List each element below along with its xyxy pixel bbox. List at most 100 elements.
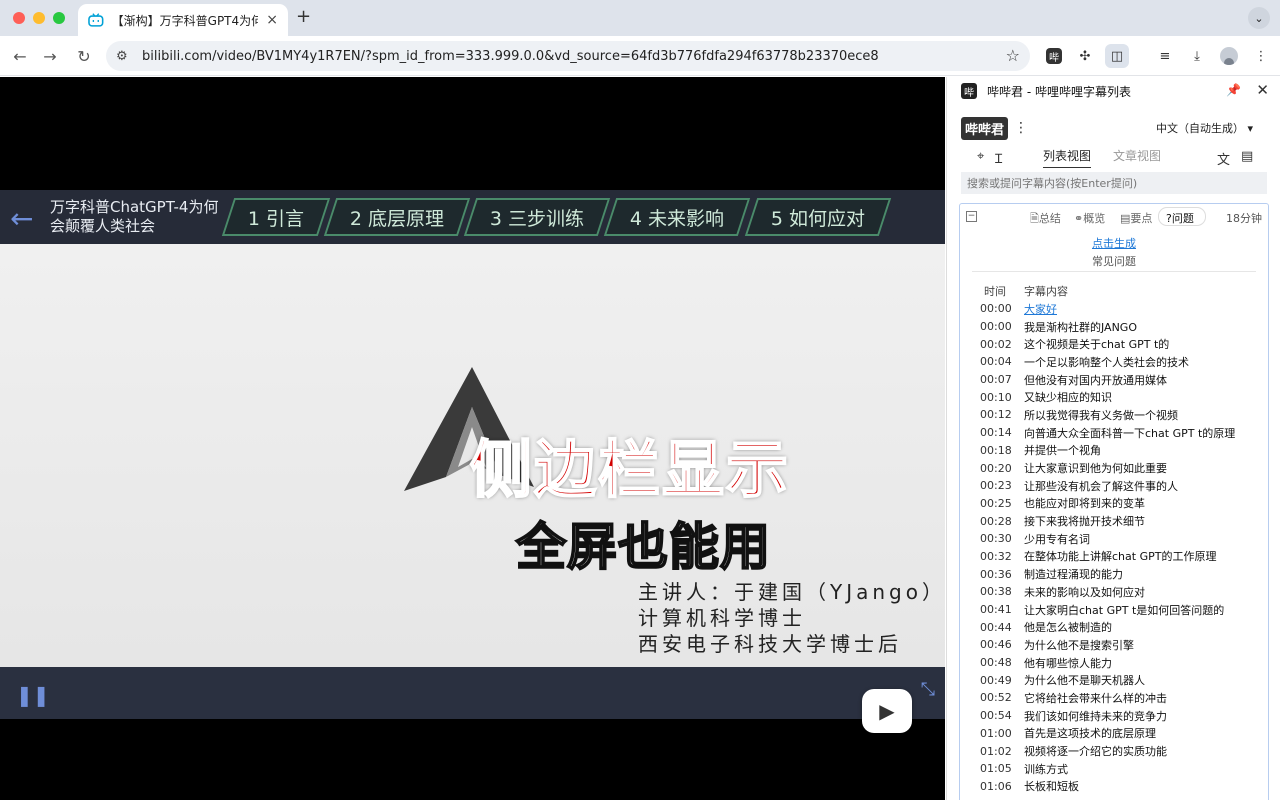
subtitle-time[interactable]: 00:25: [960, 497, 1024, 510]
subtitle-time[interactable]: 00:38: [960, 585, 1024, 598]
translate-icon[interactable]: 文: [1217, 149, 1230, 168]
bibijun-extension-icon[interactable]: 哔: [1042, 44, 1066, 68]
subtitle-row[interactable]: 00:48 他有哪些惊人能力: [960, 654, 1268, 672]
text-cursor-icon[interactable]: Ɪ: [995, 149, 1002, 167]
bookmark-star-icon[interactable]: ☆: [1006, 46, 1020, 65]
subtitle-text[interactable]: 也能应对即将到来的变革: [1024, 495, 1145, 511]
exit-fullscreen-icon[interactable]: ⤡: [921, 679, 935, 700]
subtitle-row[interactable]: 00:28 接下来我将抛开技术细节: [960, 512, 1268, 530]
subtitle-text[interactable]: 所以我觉得我有义务做一个视频: [1024, 407, 1178, 423]
subtitle-time[interactable]: 00:48: [960, 656, 1024, 669]
subtitle-text[interactable]: 首先是这项技术的底层原理: [1024, 725, 1156, 741]
subtitle-time[interactable]: 00:10: [960, 391, 1024, 404]
subtitle-text[interactable]: 我们该如何维持未来的竞争力: [1024, 708, 1167, 724]
tab-key-points[interactable]: ▤要点: [1120, 210, 1152, 226]
subtitle-text[interactable]: 这个视频是关于chat GPT t的: [1024, 336, 1169, 352]
subtitle-row[interactable]: 00:44 他是怎么被制造的: [960, 618, 1268, 636]
subtitle-row[interactable]: 00:02 这个视频是关于chat GPT t的: [960, 335, 1268, 353]
clipboard-icon[interactable]: ▤: [1241, 149, 1253, 164]
subtitle-text[interactable]: 他有哪些惊人能力: [1024, 655, 1112, 671]
subtitle-row[interactable]: 01:05 训练方式: [960, 760, 1268, 778]
chapter-4[interactable]: 4 未来影响: [604, 198, 751, 236]
subtitle-row[interactable]: 01:02 视频将逐一介绍它的实质功能: [960, 742, 1268, 760]
browser-menu-icon[interactable]: ⋮: [1249, 44, 1273, 68]
subtitle-text[interactable]: 让大家意识到他为何如此重要: [1024, 460, 1167, 476]
subtitle-text[interactable]: 为什么他不是搜索引擎: [1024, 637, 1134, 653]
tab-summary[interactable]: 🗎总结: [1030, 210, 1061, 229]
subtitle-text[interactable]: 为什么他不是聊天机器人: [1024, 672, 1145, 688]
subtitle-row[interactable]: 00:12 所以我觉得我有义务做一个视频: [960, 406, 1268, 424]
minimize-window-button[interactable]: [33, 12, 45, 24]
browser-tab[interactable]: 【渐构】万字科普GPT4为何会颠覆人类社会 ×: [78, 4, 288, 36]
subtitle-text[interactable]: 长板和短板: [1024, 778, 1079, 794]
subtitle-text[interactable]: 在整体功能上讲解chat GPT的工作原理: [1024, 548, 1216, 564]
subtitle-time[interactable]: 00:52: [960, 691, 1024, 704]
subtitle-text[interactable]: 大家好: [1024, 301, 1057, 317]
download-icon[interactable]: ⤓: [1185, 44, 1209, 68]
subtitle-text[interactable]: 向普通大众全面科普一下chat GPT t的原理: [1024, 425, 1235, 441]
subtitle-text[interactable]: 未来的影响以及如何应对: [1024, 584, 1145, 600]
new-tab-button[interactable]: +: [296, 6, 311, 27]
subtitle-text[interactable]: 但他没有对国内开放通用媒体: [1024, 372, 1167, 388]
subtitle-time[interactable]: 00:00: [960, 302, 1024, 315]
subtitle-row[interactable]: 01:06 长板和短板: [960, 778, 1268, 796]
subtitle-row[interactable]: 00:00 我是渐构社群的JANGO: [960, 318, 1268, 336]
subtitle-text[interactable]: 制造过程涌现的能力: [1024, 566, 1123, 582]
more-menu-icon[interactable]: ⋮: [1014, 120, 1028, 136]
subtitle-time[interactable]: 00:18: [960, 444, 1024, 457]
maximize-window-button[interactable]: [53, 12, 65, 24]
subtitle-row[interactable]: 00:04 一个足以影响整个人类社会的技术: [960, 353, 1268, 371]
subtitle-text[interactable]: 训练方式: [1024, 761, 1068, 777]
subtitle-time[interactable]: 00:28: [960, 515, 1024, 528]
chapter-3[interactable]: 3 三步训练: [464, 198, 611, 236]
tab-questions[interactable]: ?问题: [1166, 210, 1194, 226]
subtitle-row[interactable]: 00:46 为什么他不是搜索引擎: [960, 636, 1268, 654]
subtitle-row[interactable]: 00:23 让那些没有机会了解这件事的人: [960, 477, 1268, 495]
subtitle-row[interactable]: 00:49 为什么他不是聊天机器人: [960, 671, 1268, 689]
subtitle-row[interactable]: 00:38 未来的影响以及如何应对: [960, 583, 1268, 601]
subtitle-text[interactable]: 它将给社会带来什么样的冲击: [1024, 690, 1167, 706]
subtitle-text[interactable]: 让那些没有机会了解这件事的人: [1024, 478, 1178, 494]
subtitle-search-input[interactable]: [961, 172, 1267, 194]
collapse-icon[interactable]: −: [966, 211, 977, 222]
subtitle-row[interactable]: 00:10 又缺少相应的知识: [960, 388, 1268, 406]
subtitle-text[interactable]: 并提供一个视角: [1024, 442, 1101, 458]
subtitle-time[interactable]: 01:00: [960, 727, 1024, 740]
subtitle-time[interactable]: 00:36: [960, 568, 1024, 581]
subtitle-text[interactable]: 让大家明白chat GPT t是如何回答问题的: [1024, 602, 1224, 618]
video-player[interactable]: ← 万字科普ChatGPT-4为何会颠覆人类社会 1 引言 2 底层原理 3 三…: [0, 77, 945, 800]
tab-article-view[interactable]: 文章视图: [1113, 147, 1161, 168]
subtitle-row[interactable]: 01:00 首先是这项技术的底层原理: [960, 725, 1268, 743]
pause-icon[interactable]: ❚❚: [16, 683, 50, 707]
subtitle-time[interactable]: 00:00: [960, 320, 1024, 333]
subtitle-time[interactable]: 00:32: [960, 550, 1024, 563]
subtitle-time[interactable]: 00:46: [960, 638, 1024, 651]
language-select[interactable]: 中文（自动生成） ▾: [1156, 120, 1253, 136]
video-back-arrow-icon[interactable]: ←: [10, 202, 33, 235]
side-panel-icon[interactable]: ◫: [1105, 44, 1129, 68]
pin-icon[interactable]: 📌: [1226, 83, 1241, 97]
close-window-button[interactable]: [13, 12, 25, 24]
subtitle-time[interactable]: 00:04: [960, 355, 1024, 368]
subtitle-row[interactable]: 00:54 我们该如何维持未来的竞争力: [960, 707, 1268, 725]
subtitle-text[interactable]: 少用专有名词: [1024, 531, 1090, 547]
subtitle-time[interactable]: 00:44: [960, 621, 1024, 634]
subtitle-row[interactable]: 00:18 并提供一个视角: [960, 442, 1268, 460]
extensions-puzzle-icon[interactable]: ✣: [1073, 44, 1097, 68]
back-arrow-icon[interactable]: ←: [8, 44, 32, 68]
subtitle-text[interactable]: 我是渐构社群的JANGO: [1024, 319, 1137, 335]
reload-icon[interactable]: ↻: [72, 44, 96, 68]
locate-icon[interactable]: ⌖: [977, 149, 984, 164]
subtitle-text[interactable]: 视频将逐一介绍它的实质功能: [1024, 743, 1167, 759]
subtitle-time[interactable]: 00:20: [960, 462, 1024, 475]
generate-link[interactable]: 点击生成: [960, 235, 1268, 251]
profile-avatar[interactable]: [1217, 44, 1241, 68]
subtitle-row[interactable]: 00:41 让大家明白chat GPT t是如何回答问题的: [960, 601, 1268, 619]
subtitle-time[interactable]: 00:41: [960, 603, 1024, 616]
tab-close-icon[interactable]: ×: [266, 12, 278, 28]
subtitle-time[interactable]: 01:02: [960, 745, 1024, 758]
subtitle-time[interactable]: 01:05: [960, 762, 1024, 775]
subtitle-text[interactable]: 他是怎么被制造的: [1024, 619, 1112, 635]
subtitle-time[interactable]: 00:23: [960, 479, 1024, 492]
tab-list-view[interactable]: 列表视图: [1043, 147, 1092, 168]
